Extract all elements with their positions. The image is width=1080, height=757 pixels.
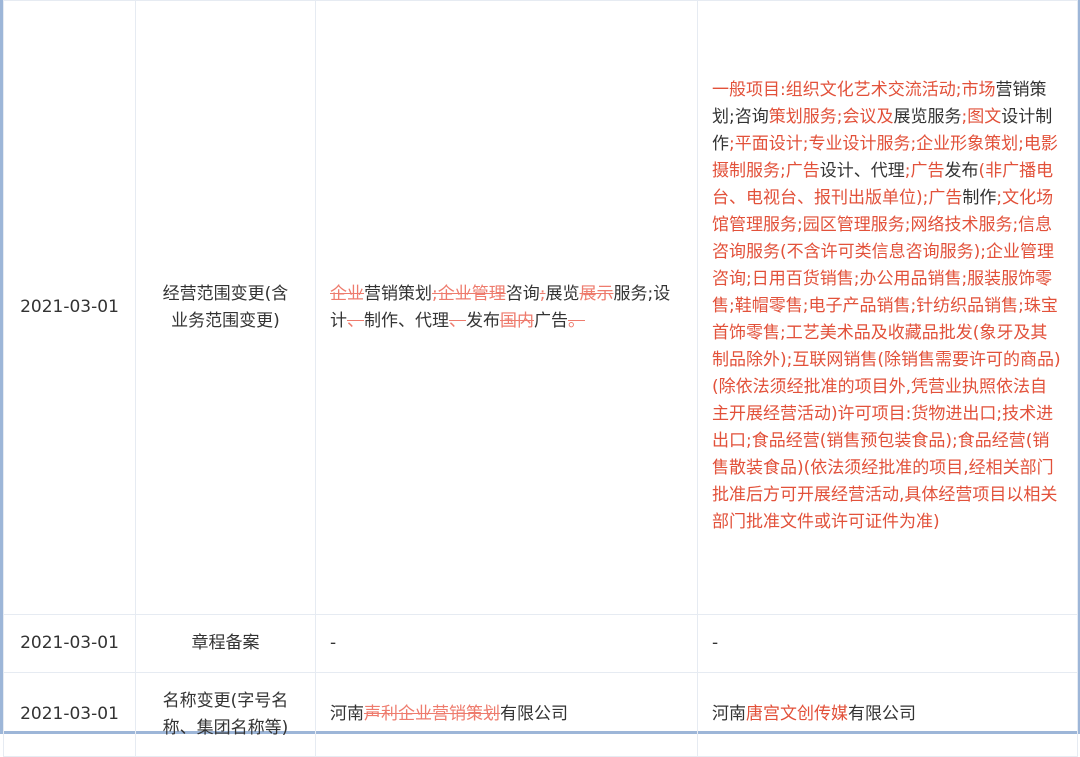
deleted-text: 、 [449,310,466,331]
change-date: 2021-03-01 [3,672,136,757]
content-after: 河南唐宫文创传媒有限公司 [697,672,1078,757]
rich-text: - [712,630,1063,657]
unchanged-text: 河南 [712,704,746,724]
deleted-text: 企业 [330,283,364,304]
content-after: 一般项目:组织文化艺术交流活动;市场营销策划;咨询策划服务;会议及展览服务;图文… [697,0,1078,615]
rich-text: 河南唐宫文创传媒有限公司 [712,701,1063,728]
rich-text: - [330,630,683,657]
deleted-text: 展示 [579,283,614,304]
table-row: 2021-03-01 名称变更(字号名称、集团名称等) 河南声利企业营销策划有限… [3,672,1078,757]
unchanged-text: 设计、代理 [819,161,905,181]
unchanged-text: 发布 [466,310,500,331]
rich-text: 一般项目:组织文化艺术交流活动;市场营销策划;咨询策划服务;会议及展览服务;图文… [712,77,1063,536]
added-text: 一般项目:组织文化艺术交流活动;市场 [712,80,996,100]
change-date: 2021-03-01 [3,0,136,615]
unchanged-text: 有限公司 [500,704,568,724]
content-before: 河南声利企业营销策划有限公司 [315,672,698,757]
unchanged-text: 河南 [330,704,364,724]
unchanged-text: 广告 [534,310,568,331]
rich-text: 河南声利企业营销策划有限公司 [330,701,683,728]
deleted-text: 。 [568,310,585,331]
content-after: - [697,614,1078,673]
unchanged-text: 展览 [545,283,580,304]
change-item: 经营范围变更(含业务范围变更) [135,0,316,615]
deleted-text: 声利企业营销策划 [364,704,500,724]
unchanged-text: 有限公司 [848,704,916,724]
added-text: ;文化场馆管理服务;园区管理服务;网络技术服务;信息咨询服务(不含许可类信息咨询… [712,188,1061,532]
added-text: 唐宫文创传媒 [746,704,848,724]
unchanged-text: 咨询 [505,283,540,304]
added-text: ;广告 [904,161,945,181]
unchanged-text: 营销策划 [364,283,432,304]
unchanged-text: 发布 [944,161,979,181]
change-record-table: 2021-03-01 经营范围变更(含业务范围变更) 企业营销策划;企业管理咨询… [3,0,1078,757]
content-before: 企业营销策划;企业管理咨询;展览展示服务;设计、制作、代理、发布国内广告。 [315,0,698,615]
table-row: 2021-03-01 经营范围变更(含业务范围变更) 企业营销策划;企业管理咨询… [3,0,1078,615]
table-row: 2021-03-01 章程备案 - - [3,614,1078,673]
change-item: 章程备案 [135,614,316,673]
unchanged-text: - [712,633,719,653]
change-date: 2021-03-01 [3,614,136,673]
unchanged-text: - [330,633,337,653]
added-text: ;图文 [961,107,1002,127]
unchanged-text: ;咨询 [729,107,769,127]
deleted-text: ;企业管理 [432,283,506,304]
added-text: 策划服务;会议及 [768,107,894,127]
unchanged-text: 制作、代理 [364,310,449,331]
deleted-text: 、 [347,310,364,331]
rich-text: 企业营销策划;企业管理咨询;展览展示服务;设计、制作、代理、发布国内广告。 [330,281,683,335]
unchanged-text: 展览服务 [893,107,962,127]
change-item: 名称变更(字号名称、集团名称等) [135,672,316,757]
deleted-text: 国内 [500,310,534,331]
unchanged-text: 制作 [962,188,997,208]
content-before: - [315,614,698,673]
